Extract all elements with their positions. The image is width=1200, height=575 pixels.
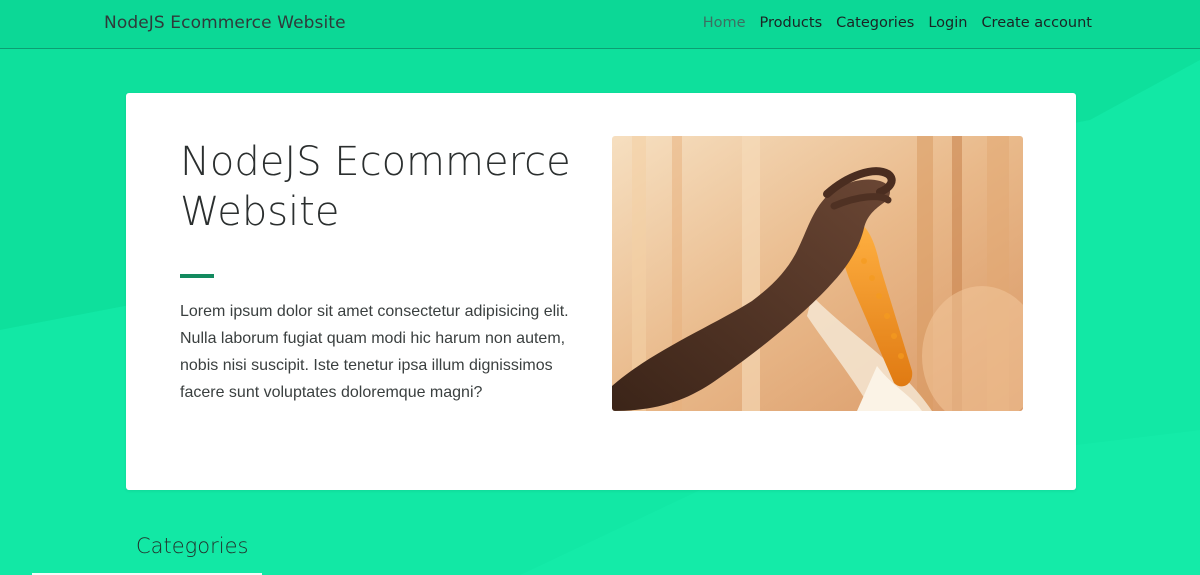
nav-products[interactable]: Products [760,15,823,31]
hero-image [612,136,1023,411]
nav-create-account[interactable]: Create account [981,15,1092,31]
corn-hand-illustration [612,136,1023,411]
hero-title: NodeJS Ecommerce Website [180,139,571,235]
nav-categories[interactable]: Categories [836,15,914,31]
main-nav: Home Products Categories Login Create ac… [703,15,1092,31]
brand-logo-text[interactable]: NodeJS Ecommerce Website [104,13,346,33]
accent-divider [180,274,214,278]
nav-home[interactable]: Home [703,15,746,31]
nav-login[interactable]: Login [928,15,967,31]
hero-card: NodeJS Ecommerce Website Lorem ipsum dol… [126,93,1076,490]
categories-section-title: Categories [136,534,249,558]
hero-description: Lorem ipsum dolor sit amet consectetur a… [180,303,569,401]
top-navbar: NodeJS Ecommerce Website Home Products C… [0,0,1200,49]
